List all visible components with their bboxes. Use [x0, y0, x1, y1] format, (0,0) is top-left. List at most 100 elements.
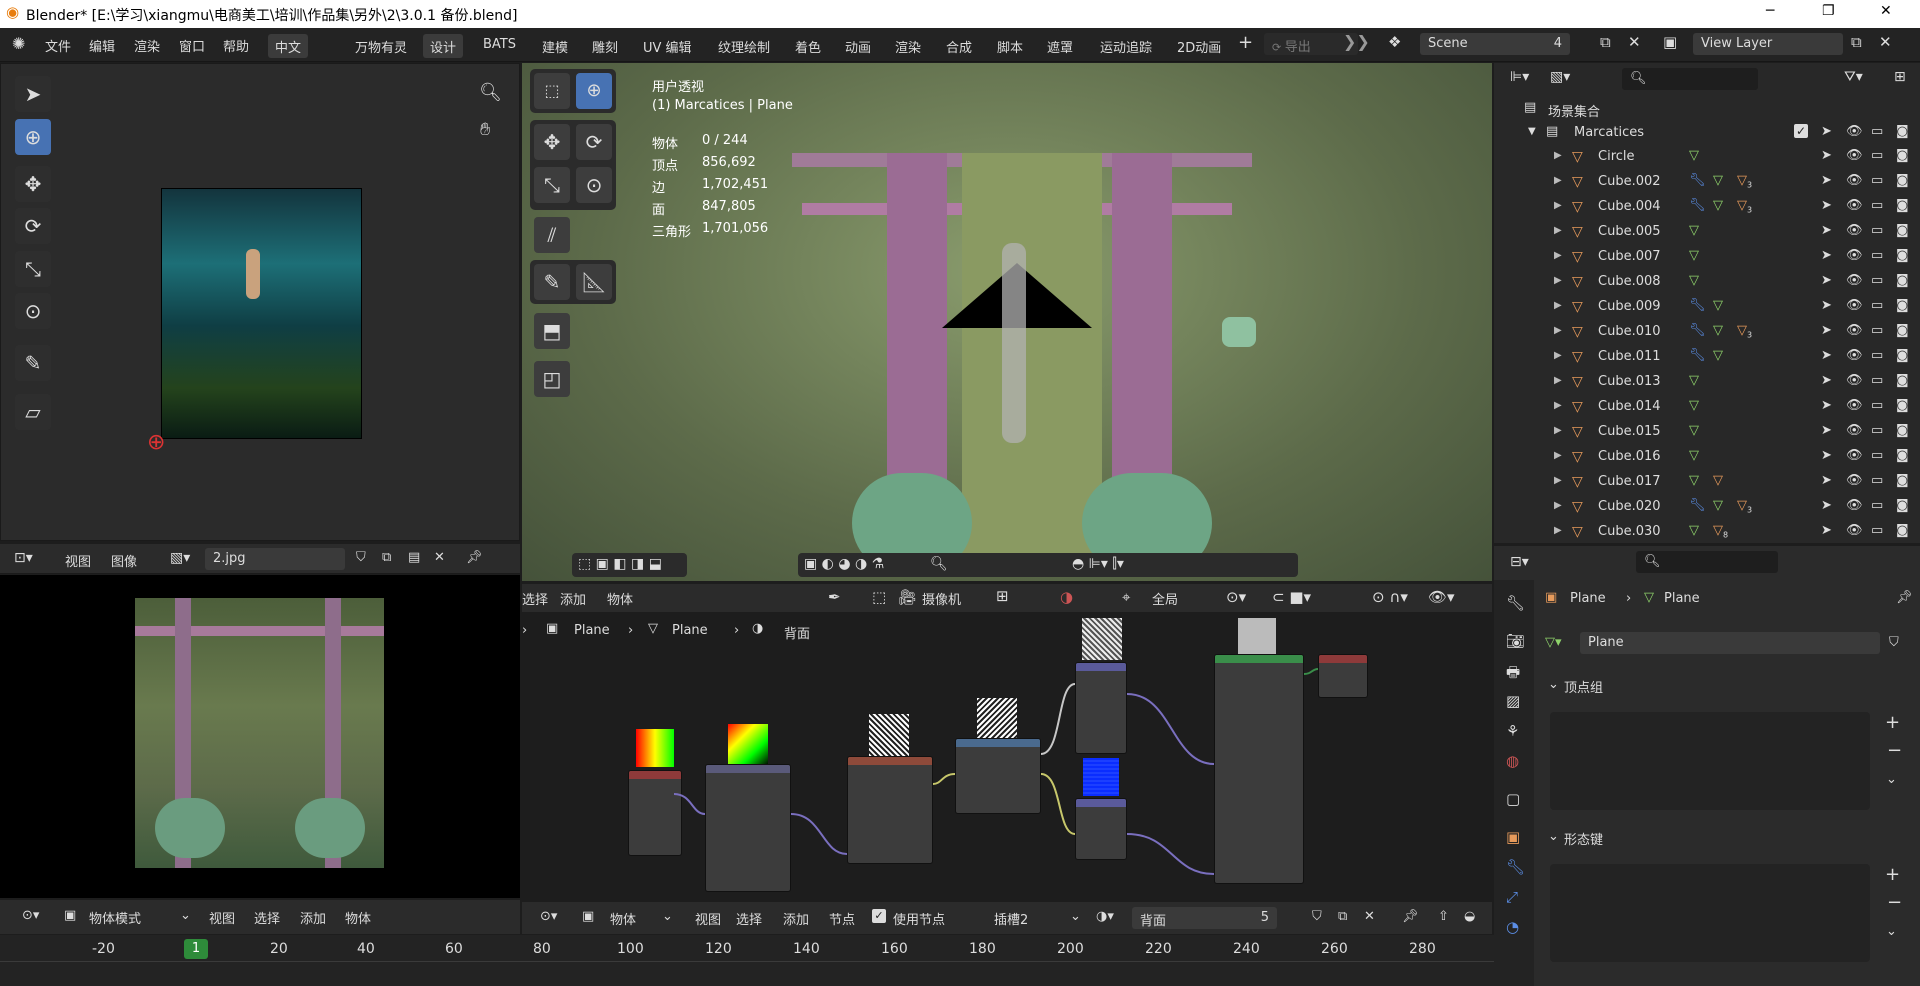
- expand-object-icon[interactable]: ▶: [1554, 500, 1562, 511]
- visibility-eye-icon[interactable]: 👁︎: [1846, 448, 1863, 463]
- render-camera-icon[interactable]: ◙: [1896, 423, 1909, 438]
- shading-mode-icons[interactable]: ▣ ◐ ◕ ◑ ⚗: [804, 556, 884, 572]
- shader-type-dropdown[interactable]: 物体: [610, 909, 636, 928]
- visibility-eye-icon[interactable]: 👁︎: [1846, 523, 1863, 538]
- image-browse-icon[interactable]: ▧▾: [170, 550, 190, 566]
- vertex-groups-list[interactable]: [1550, 712, 1870, 810]
- annotate-tool-icon[interactable]: ✎: [15, 345, 51, 381]
- add-vertex-group-button[interactable]: +: [1885, 712, 1900, 733]
- viewport-disable-icon[interactable]: ▭: [1871, 124, 1883, 139]
- tab-workspace-6[interactable]: 纹理绘制: [711, 34, 777, 58]
- delete-view-layer-icon[interactable]: ✕: [1879, 33, 1892, 51]
- render-camera-icon[interactable]: ◙: [1896, 148, 1909, 163]
- tab-workspace-14[interactable]: 2D动画: [1170, 34, 1228, 58]
- 3d-viewport[interactable]: ⬚ ⊕ ✥ ⟳ ⤡ ⊙ ⫽ ✎ 📐︎ ⬒ ◰ 用户透视 (1) Marcatic…: [522, 63, 1492, 581]
- viewport-disable-icon[interactable]: ▭: [1871, 198, 1883, 213]
- viewport-disable-icon[interactable]: ▭: [1871, 448, 1883, 463]
- render-camera-icon[interactable]: ◙: [1896, 273, 1909, 288]
- visibility-eye-icon[interactable]: 👁︎: [1846, 373, 1863, 388]
- add-shape-key-button[interactable]: +: [1885, 864, 1900, 885]
- node-footer-add[interactable]: 添加: [783, 909, 809, 928]
- new-image-icon[interactable]: ⧉: [382, 550, 391, 565]
- viewport-disable-icon[interactable]: ▭: [1871, 323, 1883, 338]
- mesh-data-icon[interactable]: ▽: [1689, 448, 1699, 463]
- viewport-disable-icon[interactable]: ▭: [1871, 173, 1883, 188]
- collection-exclude-checkbox[interactable]: ✓: [1794, 124, 1808, 138]
- outliner-row-object[interactable]: ▶ ▽ Cube.015 ▽ ➤ 👁︎ ▭ ◙: [1496, 420, 1920, 444]
- selectable-icon[interactable]: ➤: [1821, 473, 1832, 488]
- expand-object-icon[interactable]: ▶: [1554, 150, 1562, 161]
- view-layer-icon[interactable]: ▣: [1663, 33, 1677, 51]
- menu-view-2[interactable]: 视图: [209, 908, 235, 927]
- sample-tool-icon[interactable]: ▱: [15, 394, 51, 430]
- menu-help[interactable]: 帮助: [223, 36, 249, 55]
- duplicate-material-icon[interactable]: ⧉: [1338, 909, 1347, 924]
- world-tab-icon[interactable]: ◍: [1506, 752, 1519, 770]
- object-tab-icon[interactable]: ▣: [1506, 828, 1520, 846]
- mesh-data-icon[interactable]: ▽: [1713, 498, 1723, 513]
- add-workspace-icon[interactable]: +: [1238, 32, 1253, 53]
- scale-tool-icon-2[interactable]: ⤡: [534, 167, 570, 203]
- mesh-data-icon[interactable]: ▽: [1713, 198, 1723, 213]
- tab-workspace-9[interactable]: 渲染: [888, 34, 928, 58]
- render-camera-icon[interactable]: ◙: [1896, 198, 1909, 213]
- move-tool-icon-2[interactable]: ✥: [534, 124, 570, 160]
- box-select-icons[interactable]: ⬚ ▣ ◧ ◨ ⬓: [578, 556, 662, 572]
- visibility-eye-icon[interactable]: 👁︎: [1846, 323, 1863, 338]
- scene-icon[interactable]: ❖: [1388, 33, 1401, 51]
- pin-icon[interactable]: 📌︎: [466, 550, 483, 565]
- fake-user-icon-3[interactable]: ⛉: [1312, 909, 1322, 924]
- material-icon[interactable]: ▽8: [1713, 523, 1728, 540]
- render-camera-icon[interactable]: ◙: [1896, 173, 1909, 188]
- mesh-data-icon[interactable]: ▽: [1713, 348, 1723, 363]
- menu-language[interactable]: 中文: [268, 34, 309, 58]
- viewport-disable-icon[interactable]: ▭: [1871, 273, 1883, 288]
- modifier-wrench-icon[interactable]: 🔧︎: [1689, 298, 1706, 313]
- outliner-row-object[interactable]: ▶ ▽ Cube.016 ▽ ➤ 👁︎ ▭ ◙: [1496, 445, 1920, 469]
- selectable-icon[interactable]: ➤: [1821, 273, 1832, 288]
- viewport-disable-icon[interactable]: ▭: [1871, 523, 1883, 538]
- expand-object-icon[interactable]: ▶: [1554, 200, 1562, 211]
- outliner-row-object[interactable]: ▶ ▽ Cube.008 ▽ ➤ 👁︎ ▭ ◙: [1496, 270, 1920, 294]
- selectable-icon[interactable]: ➤: [1821, 373, 1832, 388]
- duplicate-scene-icon[interactable]: ⧉: [1600, 33, 1611, 51]
- rotate-tool-icon[interactable]: ⟳: [15, 208, 51, 244]
- visibility-eye-icon[interactable]: 👁︎: [1846, 298, 1863, 313]
- selectable-icon[interactable]: ➤: [1821, 523, 1832, 538]
- mesh-data-icon[interactable]: ▽: [1689, 423, 1699, 438]
- cursor-tool-icon-2[interactable]: ⊕: [576, 73, 612, 109]
- expand-object-icon[interactable]: ▶: [1554, 350, 1562, 361]
- cursor-tool-icon[interactable]: ⊕: [15, 119, 51, 155]
- outliner-row-object[interactable]: ▶ ▽ Circle ▽ ➤ 👁︎ ▭ ◙: [1496, 145, 1920, 169]
- use-nodes-checkbox[interactable]: ✓: [872, 909, 886, 923]
- visibility-eye-icon[interactable]: 👁︎: [1846, 223, 1863, 238]
- selectable-icon[interactable]: ➤: [1821, 323, 1832, 338]
- modifier-wrench-icon[interactable]: 🔧︎: [1689, 348, 1706, 363]
- render-camera-icon[interactable]: ◙: [1896, 473, 1909, 488]
- selectable-icon[interactable]: ➤: [1821, 348, 1832, 363]
- mesh-data-icon[interactable]: ▽: [1713, 298, 1723, 313]
- vertex-group-menu-icon[interactable]: ⌄: [1886, 772, 1897, 787]
- visibility-eye-icon[interactable]: 👁︎: [1846, 423, 1863, 438]
- expand-object-icon[interactable]: ▶: [1554, 425, 1562, 436]
- outliner-search-input[interactable]: 🔍︎: [1622, 68, 1758, 90]
- particles-tab-icon[interactable]: ⤢: [1506, 888, 1518, 906]
- viewport-disable-icon[interactable]: ▭: [1871, 423, 1883, 438]
- render-camera-icon[interactable]: ◙: [1896, 373, 1909, 388]
- modifier-wrench-icon[interactable]: 🔧︎: [1689, 173, 1706, 188]
- node-editor[interactable]: 选择 添加 物体 ✒ ⬚ 🎥︎ 摄像机 ⊞ ◑ ⌖ 全局 ⊙▾ ⊂ ■▾ ⊙ ∩…: [522, 584, 1492, 900]
- remove-vertex-group-button[interactable]: −: [1887, 740, 1902, 761]
- menu-window[interactable]: 窗口: [179, 36, 205, 55]
- node-editor-type-icon[interactable]: ⊙▾: [540, 909, 557, 924]
- menu-object-2[interactable]: 物体: [345, 908, 371, 927]
- visibility-eye-icon[interactable]: 👁︎: [1846, 398, 1863, 413]
- outliner-row-object[interactable]: ▶ ▽ Cube.014 ▽ ➤ 👁︎ ▭ ◙: [1496, 395, 1920, 419]
- selectable-icon[interactable]: ➤: [1821, 498, 1832, 513]
- visibility-eye-icon[interactable]: 👁︎: [1846, 348, 1863, 363]
- slot-dropdown[interactable]: 插槽2: [994, 909, 1028, 928]
- outliner-row-object[interactable]: ▶ ▽ Cube.011 🔧︎ ▽ ➤ 👁︎ ▭ ◙: [1496, 345, 1920, 369]
- outliner-row-marcatices[interactable]: ▼ ▤ Marcatices ✓ ➤ 👁︎ ▭ ◙: [1496, 121, 1920, 145]
- backdrop-icon[interactable]: ◒: [1464, 909, 1475, 924]
- tab-workspace-8[interactable]: 动画: [838, 34, 878, 58]
- mesh-data-icon[interactable]: ▽: [1713, 323, 1723, 338]
